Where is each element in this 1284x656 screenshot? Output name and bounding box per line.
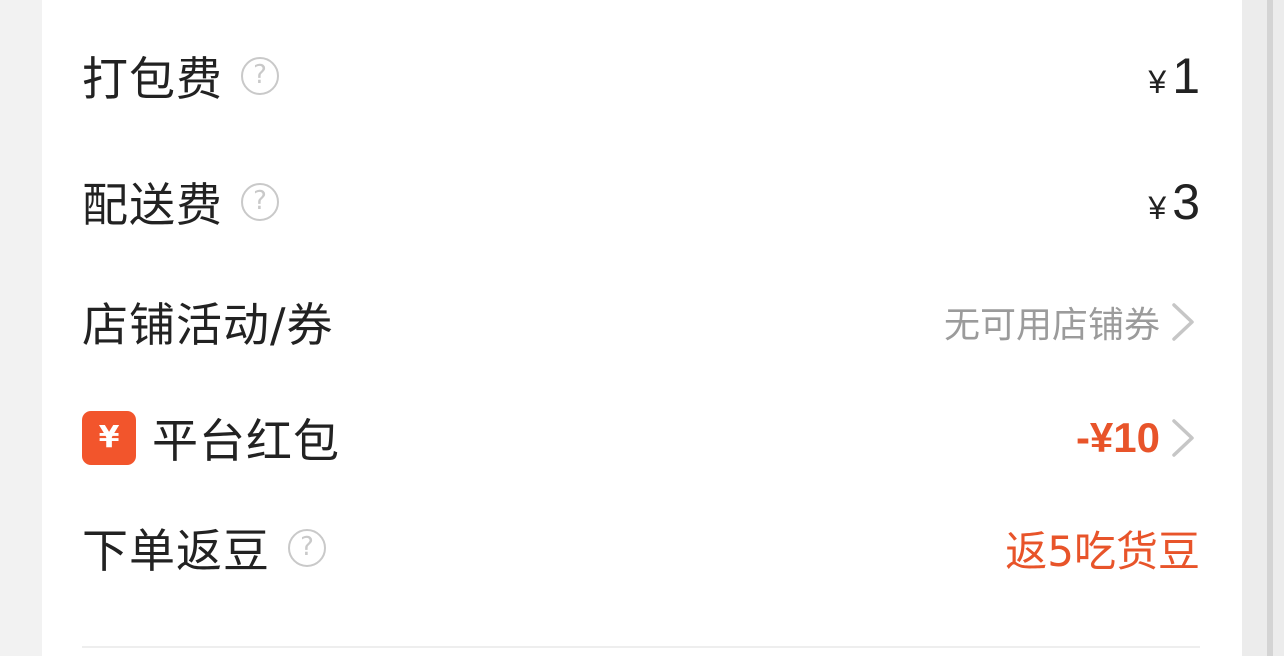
delivery-fee-label: 配送费 [82,178,223,232]
order-beans-label: 下单返豆 [82,524,270,578]
delivery-fee-amount: 3 [1172,174,1200,230]
delivery-fee-price: ¥ 3 [1148,173,1200,231]
question-circle-icon[interactable]: ? [241,57,279,95]
store-promo-row[interactable]: 店铺活动/券 无可用店铺券 [82,282,1200,362]
chevron-right-icon[interactable] [1166,299,1200,345]
store-promo-label: 店铺活动/券 [82,298,334,352]
question-circle-icon[interactable]: ? [241,183,279,221]
order-beans-left: 下单返豆 ? [82,515,326,581]
packing-fee-row: 打包费 ? ¥ 1 [82,36,1200,116]
scrollbar-track[interactable] [1242,0,1284,656]
platform-red-packet-label: 平台红包 [152,414,340,468]
currency-symbol: ¥ [1148,190,1167,226]
red-packet-discount: -¥10 [1075,414,1160,461]
order-beans-reward: 返5吃货豆 [1005,526,1200,576]
delivery-fee-row: 配送费 ? ¥ 3 [82,162,1200,242]
store-promo-right[interactable]: 无可用店铺券 [944,296,1200,348]
delivery-fee-right: ¥ 3 [1148,173,1200,231]
chevron-right-icon[interactable] [1166,415,1200,461]
order-beans-right: 返5吃货豆 [1005,518,1200,579]
packing-fee-price: ¥ 1 [1148,47,1200,105]
scrollbar-thumb[interactable] [1267,0,1273,656]
store-coupon-status: 无可用店铺券 [943,305,1160,346]
platform-red-packet-row[interactable]: ¥ 平台红包 -¥10 [82,398,1200,478]
packing-fee-right: ¥ 1 [1148,47,1200,105]
packing-fee-amount: 1 [1172,48,1200,104]
store-promo-left: 店铺活动/券 [82,289,334,355]
packing-fee-label: 打包费 [82,52,223,106]
platform-red-packet-right[interactable]: -¥10 [1076,414,1200,462]
order-beans-row: 下单返豆 ? 返5吃货豆 [82,508,1200,588]
question-circle-icon[interactable]: ? [288,529,326,567]
currency-symbol: ¥ [1148,64,1167,100]
platform-red-packet-left: ¥ 平台红包 [82,405,340,471]
packing-fee-left: 打包费 ? [82,43,279,109]
yen-badge-icon: ¥ [82,411,136,465]
delivery-fee-left: 配送费 ? [82,169,279,235]
divider [82,646,1200,648]
